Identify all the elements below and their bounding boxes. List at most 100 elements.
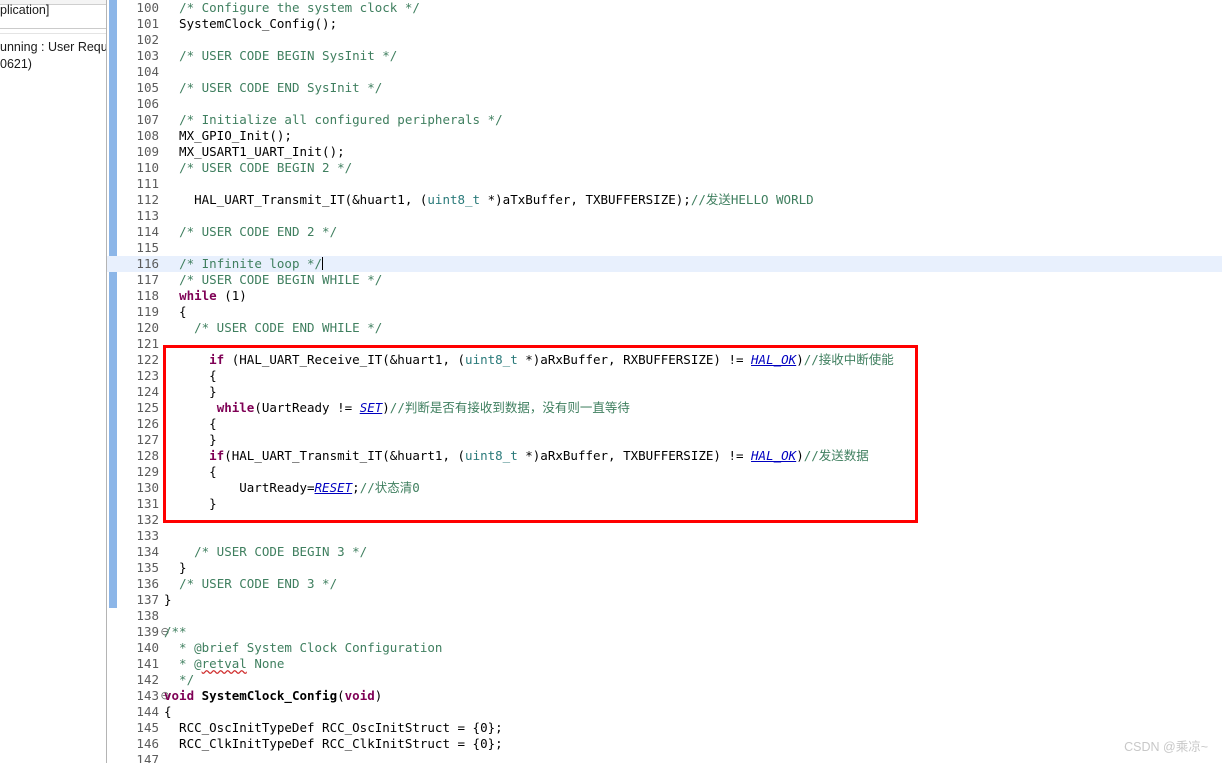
code-line[interactable]: 117 /* USER CODE BEGIN WHILE */ xyxy=(107,272,1222,288)
line-number: 135 xyxy=(136,560,159,575)
code-text: UartReady=RESET;//状态清0 xyxy=(164,480,420,495)
code-line[interactable]: 112 HAL_UART_Transmit_IT(&huart1, (uint8… xyxy=(107,192,1222,208)
code-text: /* USER CODE END SysInit */ xyxy=(179,80,383,95)
line-number: 105 xyxy=(136,80,159,95)
code-text: /* USER CODE BEGIN 2 */ xyxy=(179,160,353,175)
code-text: { xyxy=(164,304,187,319)
code-line[interactable]: 143 ⊖ void SystemClock_Config(void) xyxy=(107,688,1222,704)
code-line[interactable]: 127 } xyxy=(107,432,1222,448)
code-line[interactable]: 106 xyxy=(107,96,1222,112)
code-line[interactable]: 111 xyxy=(107,176,1222,192)
code-line[interactable]: 144 { xyxy=(107,704,1222,720)
code-text: } xyxy=(164,432,217,447)
code-line[interactable]: 126 { xyxy=(107,416,1222,432)
line-number: 122 xyxy=(136,352,159,367)
code-line[interactable]: 130 UartReady=RESET;//状态清0 xyxy=(107,480,1222,496)
code-text: RCC_OscInitTypeDef RCC_OscInitStruct = {… xyxy=(164,720,503,735)
line-number: 129 xyxy=(136,464,159,479)
code-text: } xyxy=(164,496,217,511)
code-line[interactable]: 141 * @retval None xyxy=(107,656,1222,672)
code-line[interactable]: 136 /* USER CODE END 3 */ xyxy=(107,576,1222,592)
line-number: 116 xyxy=(136,256,159,271)
code-line[interactable]: 125 while(UartReady != SET)//判断是否有接收到数据，… xyxy=(107,400,1222,416)
code-line[interactable]: 121 xyxy=(107,336,1222,352)
code-line[interactable]: 123 { xyxy=(107,368,1222,384)
code-line[interactable]: 139 ⊖/** xyxy=(107,624,1222,640)
left-panel-divider-secondary xyxy=(0,33,106,34)
code-editor[interactable]: 100 /* Configure the system clock */101 … xyxy=(107,0,1222,763)
code-text: while (1) xyxy=(179,288,247,303)
line-number: 139 xyxy=(136,624,159,639)
code-text: while(UartReady != SET)//判断是否有接收到数据，没有则一… xyxy=(216,400,630,415)
code-line[interactable]: 142 */ xyxy=(107,672,1222,688)
code-text: */ xyxy=(164,672,195,687)
code-line[interactable]: 128 if(HAL_UART_Transmit_IT(&huart1, (ui… xyxy=(107,448,1222,464)
line-number: 120 xyxy=(136,320,159,335)
line-number: 109 xyxy=(136,144,159,159)
code-text: { xyxy=(164,416,217,431)
code-line[interactable]: 147 xyxy=(107,752,1222,763)
code-line[interactable]: 124 } xyxy=(107,384,1222,400)
line-number: 106 xyxy=(136,96,159,111)
code-line[interactable]: 105 /* USER CODE END SysInit */ xyxy=(107,80,1222,96)
line-number: 143 xyxy=(136,688,159,703)
line-number: 124 xyxy=(136,384,159,399)
code-text: /* Initialize all configured peripherals… xyxy=(179,112,503,127)
csdn-watermark: CSDN @乘凉~ xyxy=(1124,740,1208,754)
code-line[interactable]: 110 /* USER CODE BEGIN 2 */ xyxy=(107,160,1222,176)
code-line[interactable]: 100 /* Configure the system clock */ xyxy=(107,0,1222,16)
line-number: 108 xyxy=(136,128,159,143)
left-side-panel: plication] unning : User Requ 0621) xyxy=(0,0,107,763)
code-line[interactable]: 113 xyxy=(107,208,1222,224)
code-line[interactable]: 131 } xyxy=(107,496,1222,512)
code-line[interactable]: 103 /* USER CODE BEGIN SysInit */ xyxy=(107,48,1222,64)
code-line[interactable]: 145 RCC_OscInitTypeDef RCC_OscInitStruct… xyxy=(107,720,1222,736)
ide-window: plication] unning : User Requ 0621) 100 … xyxy=(0,0,1222,763)
code-text: } xyxy=(164,560,187,575)
code-text: { xyxy=(164,368,217,383)
code-text: SystemClock_Config(); xyxy=(164,16,338,31)
line-number: 107 xyxy=(136,112,159,127)
code-line[interactable]: 120 /* USER CODE END WHILE */ xyxy=(107,320,1222,336)
code-line[interactable]: 108 MX_GPIO_Init(); xyxy=(107,128,1222,144)
left-panel-divider xyxy=(0,28,106,29)
code-line[interactable]: 118 while (1) xyxy=(107,288,1222,304)
code-line[interactable]: 140 * @brief System Clock Configuration xyxy=(107,640,1222,656)
code-lines-container[interactable]: 100 /* Configure the system clock */101 … xyxy=(107,0,1222,763)
line-number: 102 xyxy=(136,32,159,47)
code-text: /* USER CODE END 3 */ xyxy=(179,576,338,591)
line-number: 115 xyxy=(136,240,159,255)
code-line[interactable]: 134 /* USER CODE BEGIN 3 */ xyxy=(107,544,1222,560)
code-text: /* USER CODE BEGIN SysInit */ xyxy=(179,48,398,63)
code-text: void SystemClock_Config(void) xyxy=(164,688,383,703)
code-text: { xyxy=(164,704,172,719)
code-line[interactable]: 135 } xyxy=(107,560,1222,576)
code-text: { xyxy=(164,464,217,479)
line-number: 111 xyxy=(136,176,159,191)
code-line[interactable]: 122 if (HAL_UART_Receive_IT(&huart1, (ui… xyxy=(107,352,1222,368)
code-text: } xyxy=(164,384,217,399)
code-line[interactable]: 104 xyxy=(107,64,1222,80)
code-line[interactable]: 129 { xyxy=(107,464,1222,480)
code-line[interactable]: 146 RCC_ClkInitTypeDef RCC_ClkInitStruct… xyxy=(107,736,1222,752)
code-line[interactable]: 132 xyxy=(107,512,1222,528)
code-line[interactable]: 133 xyxy=(107,528,1222,544)
line-number: 110 xyxy=(136,160,159,175)
code-text: RCC_ClkInitTypeDef RCC_ClkInitStruct = {… xyxy=(164,736,503,751)
code-line[interactable]: 109 MX_USART1_UART_Init(); xyxy=(107,144,1222,160)
line-number: 140 xyxy=(136,640,159,655)
code-text: /* USER CODE BEGIN WHILE */ xyxy=(179,272,383,287)
left-panel-tab-label[interactable]: plication] xyxy=(0,3,49,17)
code-line[interactable]: 102 xyxy=(107,32,1222,48)
code-line[interactable]: 138 xyxy=(107,608,1222,624)
code-line[interactable]: 119 { xyxy=(107,304,1222,320)
code-line[interactable]: 107 /* Initialize all configured periphe… xyxy=(107,112,1222,128)
code-line[interactable]: 115 xyxy=(107,240,1222,256)
code-text: * @retval None xyxy=(164,656,285,671)
line-number: 100 xyxy=(136,0,159,15)
code-line[interactable]: 101 SystemClock_Config(); xyxy=(107,16,1222,32)
line-number: 103 xyxy=(136,48,159,63)
code-line[interactable]: 137} xyxy=(107,592,1222,608)
code-line[interactable]: 114 /* USER CODE END 2 */ xyxy=(107,224,1222,240)
code-line[interactable]: 116 /* Infinite loop */ xyxy=(107,256,1222,272)
